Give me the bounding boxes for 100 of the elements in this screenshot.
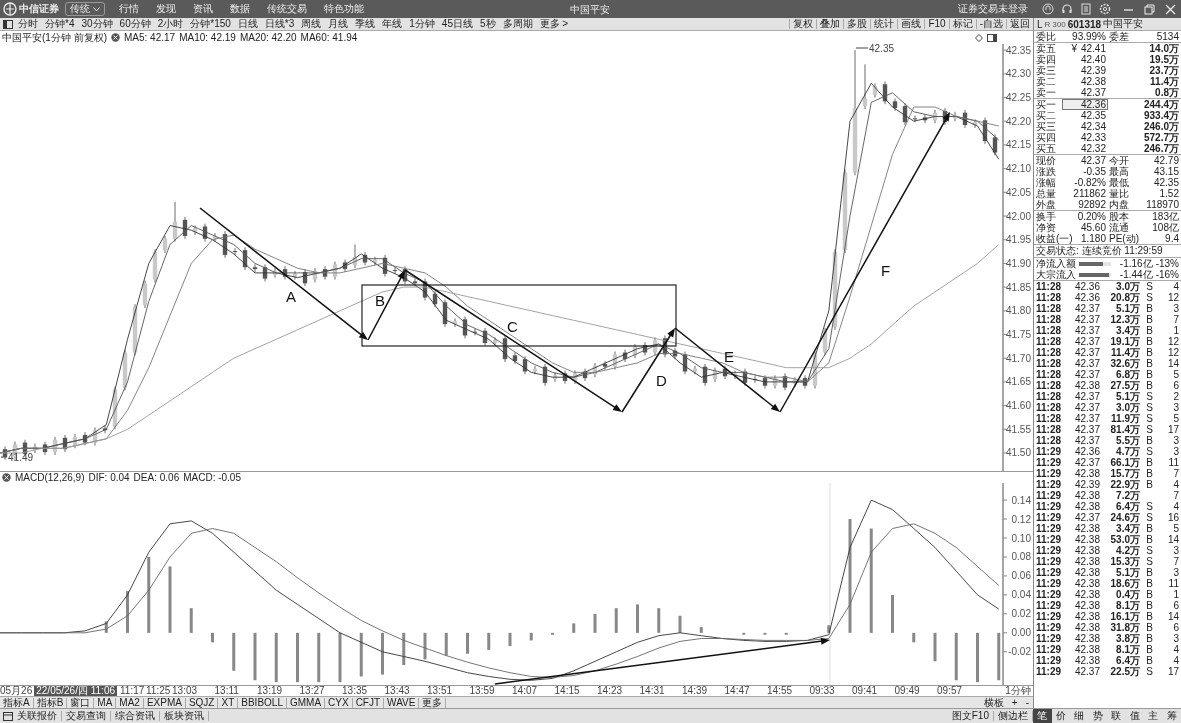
layout-button[interactable]: + (1007, 697, 1022, 708)
bar (848, 519, 852, 633)
chart-button[interactable]: 多股 (843, 19, 871, 29)
bar (976, 632, 979, 683)
menu-item[interactable]: 传统交易 (267, 2, 307, 16)
side-tab[interactable]: 筹 (1162, 709, 1181, 723)
trade-side: S (1146, 391, 1153, 402)
trade-count: 1 (1172, 589, 1179, 600)
ask-price[interactable]: 42.38 (1062, 76, 1108, 87)
status-link[interactable]: 综合资讯 (111, 711, 160, 721)
ask-price[interactable]: 42.40 (1062, 54, 1108, 65)
trade-volume: 11.9万 (1110, 413, 1140, 424)
login-status[interactable]: 证券交易未登录 (958, 2, 1028, 16)
period-tab[interactable]: 月线 (328, 19, 349, 29)
indicator-tab[interactable]: 指标B (33, 697, 68, 708)
chart-button[interactable]: 画线 (897, 19, 925, 29)
trade-time: 11:28 (1036, 424, 1063, 435)
indicator-tab[interactable]: MA2 (116, 697, 144, 708)
trade-volume: 6.4万 (1115, 501, 1140, 512)
chart-button[interactable]: 返回 (1006, 19, 1033, 29)
trade-volume: 5.1万 (1115, 391, 1140, 402)
side-tab[interactable]: 笔 (1033, 709, 1052, 723)
indicator-tab[interactable]: SQJZ (185, 697, 219, 708)
menu-item[interactable]: 特色功能 (324, 2, 364, 16)
period-tab[interactable]: 60分钟 (119, 19, 151, 29)
side-tab[interactable]: 主 (1144, 709, 1163, 723)
indicator-tab[interactable]: MA (94, 697, 117, 708)
indicator-tab[interactable]: CYX (325, 697, 353, 708)
chart-button[interactable]: 统计 (870, 19, 898, 29)
menu-item[interactable]: 资讯 (193, 2, 213, 16)
period-tab[interactable]: 2小时 (157, 19, 184, 29)
layout-button[interactable]: 横板 (979, 697, 1008, 708)
trade-time: 11:29 (1036, 523, 1063, 534)
indicator-tab[interactable]: WAVE (384, 697, 420, 708)
side-tab[interactable]: 价 (1051, 709, 1070, 723)
period-tab[interactable]: 多周期 (502, 19, 533, 29)
layout-button[interactable]: - (1021, 697, 1033, 708)
period-tab[interactable]: 更多 > (539, 19, 569, 29)
indicator-tab[interactable]: 更多 (419, 697, 447, 708)
trade-count: 14 (1166, 358, 1179, 369)
period-tab[interactable]: 日线 (237, 19, 258, 29)
mode-dropdown[interactable]: 传统 (65, 2, 105, 16)
bar (529, 632, 533, 641)
period-tab[interactable]: 5秒 (480, 19, 496, 29)
period-tab[interactable]: 30分钟 (81, 19, 113, 29)
ask-price[interactable]: ¥ 42.41 (1062, 43, 1108, 54)
ask-price[interactable]: 42.37 (1062, 87, 1108, 98)
indicator-tab[interactable]: BBIBOLL (238, 697, 287, 708)
bid-price[interactable]: 42.32 (1062, 143, 1108, 154)
bid-price[interactable]: 42.35 (1062, 110, 1108, 121)
bid-price[interactable]: 42.34 (1062, 121, 1108, 132)
trade-price: 42.37 (1073, 325, 1100, 336)
bid-price[interactable]: 42.36 (1062, 99, 1108, 110)
indicator-tab[interactable]: CFJT (352, 697, 385, 708)
period-tab[interactable]: 1分钟 (409, 19, 435, 29)
side-tab[interactable]: 势 (1088, 709, 1107, 723)
trade-side: B (1146, 633, 1153, 644)
side-tab[interactable]: 联 (1107, 709, 1126, 723)
side-tab[interactable]: 细 (1070, 709, 1089, 723)
chart-button[interactable]: 复权 (789, 19, 817, 29)
indicator-tab[interactable]: 窗口 (67, 697, 95, 708)
menu-item[interactable]: 数据 (230, 2, 250, 16)
status-link[interactable]: 交易查询 (62, 711, 111, 721)
trade-volume: 53.0万 (1109, 534, 1140, 545)
period-tab[interactable]: 分时 (18, 19, 38, 29)
trade-side: B (1146, 369, 1153, 380)
period-tab[interactable]: 周线 (301, 19, 322, 29)
bar (338, 632, 342, 683)
chart-button[interactable]: 标记 (948, 19, 976, 29)
period-tab[interactable]: 日线*3 (264, 19, 295, 29)
annotation-label: C (507, 318, 518, 335)
ask-volume: 11.4万 (1149, 76, 1179, 87)
indicator-tab[interactable]: 指标A (0, 697, 34, 708)
trade-side: B (1146, 303, 1153, 314)
axis-label: 14:23 (597, 686, 624, 696)
chart-button[interactable]: -自选 (975, 19, 1006, 29)
trade-count: 12 (1166, 336, 1179, 347)
indicator-tab[interactable]: EXPMA (143, 697, 186, 708)
chart-button[interactable]: 叠加 (816, 19, 844, 29)
bid-price[interactable]: 42.33 (1062, 132, 1108, 143)
side-tab[interactable]: 值 (1125, 709, 1144, 723)
period-tab[interactable]: 年线 (382, 19, 403, 29)
trade-count: 5 (1172, 523, 1179, 534)
period-tab[interactable]: 分钟*150 (190, 19, 231, 29)
trade-volume: 15.3万 (1109, 556, 1140, 567)
ask-price[interactable]: 42.39 (1062, 65, 1108, 76)
indicator-tab[interactable]: GMMA (286, 697, 326, 708)
indicator-tab[interactable]: XT (218, 697, 239, 708)
menu-item[interactable]: 行情 (119, 2, 139, 16)
legend-item: MACD: -0.05 (183, 472, 241, 483)
chart-button[interactable]: F10 (924, 19, 949, 29)
menu-item[interactable]: 发现 (156, 2, 176, 16)
trade-volume: 3.0万 (1115, 402, 1140, 413)
period-tab[interactable]: 季线 (355, 19, 376, 29)
status-button[interactable]: 图文F10 (947, 711, 994, 721)
status-link[interactable]: 板块资讯 (160, 711, 209, 721)
candlestick (412, 278, 418, 287)
status-link[interactable]: 关联报价 (13, 711, 62, 721)
period-tab[interactable]: 45日线 (441, 19, 473, 29)
period-tab[interactable]: 分钟*4 (45, 19, 75, 29)
